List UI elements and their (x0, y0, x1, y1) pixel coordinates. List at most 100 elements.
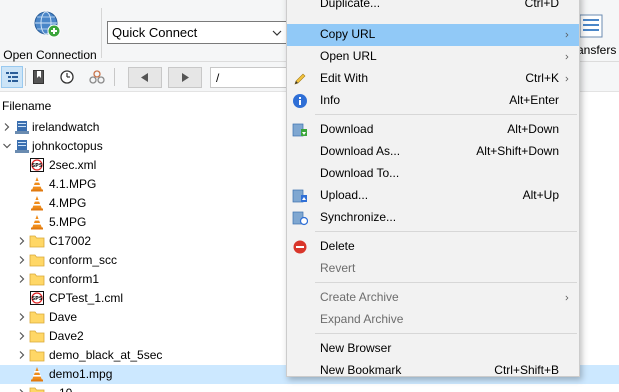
chevron-right-icon[interactable] (17, 236, 27, 246)
menu-item-label: Create Archive (320, 290, 399, 304)
outline-view-button[interactable] (1, 66, 23, 88)
menu-item-synchronize[interactable]: Synchronize... (287, 207, 579, 229)
history-button[interactable] (56, 66, 78, 88)
folder-icon (29, 273, 45, 286)
file-name: conform1 (49, 272, 100, 286)
open-connection-label: Open Connection (3, 48, 97, 62)
server-icon (15, 140, 29, 153)
clock-icon (60, 70, 74, 84)
chevron-down-icon (272, 30, 282, 36)
menu-item-shortcut: Alt+Down (507, 122, 559, 136)
menu-item-label: Info (320, 93, 341, 107)
menu-item-delete[interactable]: Delete (287, 236, 579, 258)
file-name: 4.1.MPG (49, 177, 97, 191)
sync-icon (292, 211, 308, 226)
delete-icon (293, 240, 307, 254)
chevron-right-icon[interactable] (17, 350, 27, 360)
toolbar-divider (101, 8, 102, 58)
transfers-label[interactable]: ansfers (577, 43, 616, 57)
menu-separator (315, 114, 577, 115)
context-menu: Duplicate... Ctrl+D Copy URL Open URL Edit W… (286, 0, 580, 377)
menu-item-label: Upload... (320, 188, 369, 202)
menu-item-duplicate[interactable]: Duplicate... Ctrl+D (287, 0, 579, 15)
chevron-right-icon[interactable] (17, 388, 27, 392)
file-name: irelandwatch (32, 120, 100, 134)
menu-item-shortcut: Ctrl+K (525, 71, 559, 85)
forward-button[interactable] (168, 67, 202, 88)
quick-connect-select[interactable]: Quick Connect (107, 21, 287, 44)
menu-item-label: Open URL (320, 49, 377, 63)
menu-item-download-to[interactable]: Download To... (287, 163, 579, 185)
file-row[interactable]: ...10 (0, 384, 619, 392)
menu-separator (315, 231, 577, 232)
sps-file-icon: SPS (30, 291, 44, 305)
folder-icon (29, 235, 45, 248)
menu-item-label: Download (320, 122, 374, 136)
arrow-right-icon (182, 73, 189, 82)
menu-item-create-archive: Create Archive (287, 287, 579, 309)
file-name: CPTest_1.cml (49, 291, 124, 305)
menu-item-upload[interactable]: Upload... Alt+Up (287, 185, 579, 207)
submenu-arrow-icon (565, 295, 569, 301)
transfers-icon[interactable] (578, 14, 604, 38)
file-name: johnkoctopus (32, 139, 103, 153)
menu-item-shortcut: Alt+Shift+Down (476, 144, 559, 158)
bonjour-button[interactable] (86, 66, 108, 88)
chevron-right-icon[interactable] (17, 312, 27, 322)
menu-item-label: Duplicate... (320, 0, 381, 10)
nav-divider (25, 68, 26, 86)
file-name: demo1.mpg (49, 367, 113, 381)
chevron-right-icon[interactable] (17, 331, 27, 341)
folder-icon (29, 387, 45, 392)
menu-item-open-url[interactable]: Open URL (287, 46, 579, 68)
submenu-arrow-icon (565, 32, 569, 38)
sps-file-icon: SPS (30, 158, 44, 172)
arrow-left-icon (141, 73, 148, 82)
chevron-right-icon[interactable] (17, 274, 27, 284)
svg-text:SPS: SPS (32, 296, 43, 302)
pencil-icon (294, 73, 306, 85)
file-name: 5.MPG (49, 215, 87, 229)
chevron-down-icon[interactable] (2, 141, 12, 151)
menu-item-label: Download To... (320, 166, 400, 180)
back-button[interactable] (128, 67, 162, 88)
menu-item-new-bookmark[interactable]: New Bookmark Ctrl+Shift+B (287, 360, 579, 382)
menu-item-label: Edit With (320, 71, 369, 85)
menu-item-label: Synchronize... (320, 210, 397, 224)
menu-item-download-as[interactable]: Download As... Alt+Shift+Down (287, 141, 579, 163)
menu-item-label: Expand Archive (320, 312, 404, 326)
chevron-right-icon[interactable] (17, 255, 27, 265)
menu-item-label: Delete (320, 239, 355, 253)
globe-add-icon (34, 11, 61, 38)
bookmark-icon (33, 70, 44, 84)
path-select[interactable]: / (210, 67, 290, 88)
tree-view-icon (6, 72, 18, 82)
menu-item-shortcut: Ctrl+D (524, 0, 559, 10)
server-icon (15, 121, 29, 134)
file-name: conform_scc (49, 253, 118, 267)
submenu-arrow-icon (565, 76, 569, 82)
menu-item-copy-url[interactable]: Copy URL (287, 24, 579, 46)
menu-item-label: Copy URL (320, 27, 376, 41)
download-icon (292, 123, 307, 137)
menu-item-edit-with[interactable]: Edit With Ctrl+K (287, 68, 579, 90)
info-icon (293, 94, 307, 108)
folder-icon (29, 330, 45, 343)
folder-icon (29, 349, 45, 362)
file-name: 2sec.xml (49, 158, 97, 172)
open-connection-button[interactable]: Open Connection (0, 6, 100, 62)
bonjour-icon (89, 70, 105, 84)
folder-icon (29, 311, 45, 324)
chevron-right-icon[interactable] (2, 122, 12, 132)
menu-item-shortcut: Alt+Up (522, 188, 559, 202)
menu-item-shortcut: Ctrl+Shift+B (494, 363, 559, 377)
file-name: Dave2 (49, 329, 84, 343)
menu-item-new-browser[interactable]: New Browser (287, 338, 579, 360)
vlc-cone-icon (31, 367, 43, 382)
menu-item-shortcut: Alt+Enter (509, 93, 559, 107)
submenu-arrow-icon (565, 54, 569, 60)
filename-column-header[interactable]: Filename (2, 99, 51, 113)
bookmarks-button[interactable] (28, 66, 50, 88)
menu-item-info[interactable]: Info Alt+Enter (287, 90, 579, 112)
menu-item-download[interactable]: Download Alt+Down (287, 119, 579, 141)
